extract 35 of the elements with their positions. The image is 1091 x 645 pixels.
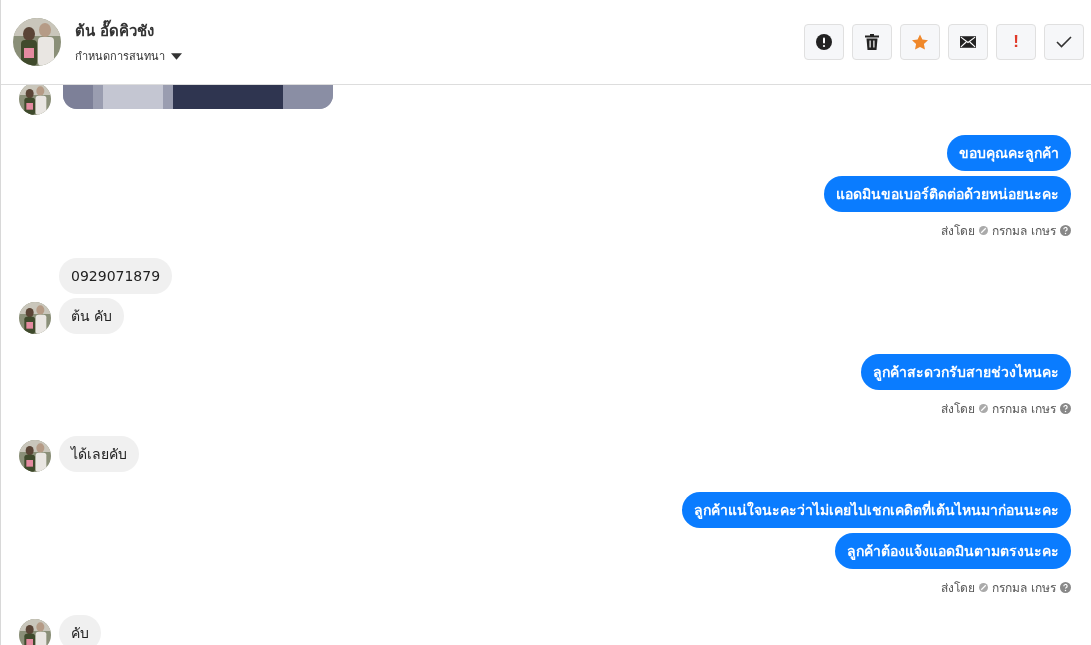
sent-by-label: ส่งโดย: [941, 580, 976, 597]
sent-by-label: ส่งโดย: [941, 401, 976, 418]
sent-by-label: ส่งโดย: [941, 223, 976, 240]
alert-button[interactable]: [804, 24, 844, 60]
message-bubble: 0929071879: [59, 258, 173, 294]
blocked-icon: [979, 583, 989, 592]
agent-name: กรกมล เกษร: [992, 580, 1056, 597]
caret-icon: [171, 52, 182, 60]
check-button[interactable]: [1044, 24, 1084, 60]
trash-button[interactable]: [852, 24, 892, 60]
message-bubble: คับ: [59, 615, 101, 645]
star-icon: [912, 34, 928, 50]
mail-button[interactable]: [948, 24, 988, 60]
envelope-icon: [960, 34, 976, 50]
help-icon[interactable]: [1060, 225, 1071, 236]
blocked-icon: [979, 226, 989, 235]
checkmark-icon: [1056, 34, 1072, 50]
assign-dropdown[interactable]: กำหนดการสนทนา: [75, 47, 182, 65]
agent-name: กรกมล เกษร: [992, 223, 1056, 240]
star-button[interactable]: [900, 24, 940, 60]
agent-name: กรกมล เกษร: [992, 401, 1056, 418]
message-bubble: ลูกค้าแน่ใจนะคะว่าไม่เคยไปเชกเคดิตที่เต้นไหนมาก่อนนะคะ: [682, 492, 1071, 528]
message-bubble: ลูกค้าสะดวกรับสายช่วงไหนคะ: [861, 354, 1071, 390]
message-bubble: ต้น คับ: [59, 298, 125, 334]
help-icon[interactable]: [1060, 582, 1071, 593]
message-bubble: ลูกค้าต้องแจ้งแอดมินตามตรงนะคะ: [835, 533, 1071, 569]
contact-name: ต้น อั๊ดคิวชัง: [75, 19, 182, 43]
important-button[interactable]: !: [996, 24, 1036, 60]
message-bubble: ได้เลยคับ: [59, 436, 139, 472]
exclamation-circle-icon: [816, 34, 832, 50]
message-bubble: แอดมินขอเบอร์ติดต่อด้วยหน่อยนะคะ: [824, 176, 1071, 212]
blocked-icon: [979, 404, 989, 413]
message-bubble: ขอบคุณคะลูกค้า: [947, 135, 1071, 171]
trash-icon: [864, 34, 880, 50]
help-icon[interactable]: [1060, 403, 1071, 414]
